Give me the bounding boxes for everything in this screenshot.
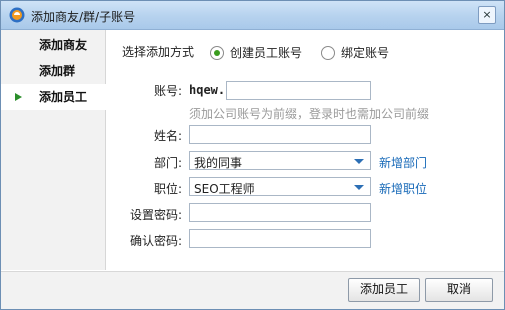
radio-checked-icon	[210, 45, 224, 60]
title-bar[interactable]: 添加商友/群/子账号 ×	[1, 1, 504, 30]
radio-unchecked-icon	[321, 45, 335, 60]
add-contact-dialog: 添加商友/群/子账号 × 添加商友 添加群 添加员工 选择添加方式 创建员工账号…	[0, 0, 505, 310]
add-department-link[interactable]: 新增部门	[379, 154, 427, 171]
confirm-password-input[interactable]	[189, 229, 371, 248]
confirm-password-label: 确认密码:	[129, 234, 182, 248]
add-employee-button[interactable]: 添加员工	[348, 278, 420, 302]
position-label: 职位:	[153, 182, 182, 196]
chevron-down-icon	[354, 185, 364, 190]
sidebar: 添加商友 添加群 添加员工	[1, 30, 106, 270]
account-prefix: hqew.	[189, 83, 226, 97]
window-title: 添加商友/群/子账号	[31, 10, 136, 24]
name-input[interactable]	[189, 125, 371, 144]
position-select[interactable]: SEO工程师	[189, 177, 371, 196]
radio-label: 绑定账号	[341, 46, 390, 60]
position-selected-value: SEO工程师	[194, 182, 255, 196]
department-label: 部门:	[153, 156, 182, 170]
sidebar-item-label: 添加群	[39, 64, 76, 78]
add-employee-form: 选择添加方式 创建员工账号 绑定账号 账号: hqew. 须加公司账号为前缀，登…	[106, 30, 504, 270]
sidebar-item-label: 添加商友	[39, 38, 88, 52]
sidebar-item-add-group[interactable]: 添加群	[1, 58, 105, 84]
cancel-button[interactable]: 取消	[425, 278, 493, 302]
app-logo-icon	[9, 7, 25, 23]
radio-bind-account[interactable]: 绑定账号	[321, 44, 389, 61]
selected-arrow-icon	[15, 93, 22, 101]
department-select[interactable]: 我的同事	[189, 151, 371, 170]
department-selected-value: 我的同事	[194, 156, 243, 170]
account-input[interactable]	[226, 81, 371, 100]
close-icon: ×	[482, 8, 492, 21]
close-button[interactable]: ×	[478, 6, 496, 24]
chevron-down-icon	[354, 159, 364, 164]
sidebar-item-add-employee[interactable]: 添加员工	[1, 84, 106, 110]
password-label: 设置密码:	[129, 208, 182, 222]
password-input[interactable]	[189, 203, 371, 222]
account-label: 账号:	[153, 84, 182, 98]
add-mode-label: 选择添加方式	[122, 45, 195, 59]
account-hint: 须加公司账号为前缀，登录时也需加公司前缀	[189, 107, 430, 121]
radio-label: 创建员工账号	[230, 46, 303, 60]
add-position-link[interactable]: 新增职位	[379, 180, 427, 197]
radio-create-employee-account[interactable]: 创建员工账号	[210, 44, 302, 61]
sidebar-item-label: 添加员工	[39, 90, 88, 104]
name-label: 姓名:	[153, 129, 182, 143]
sidebar-item-add-partner[interactable]: 添加商友	[1, 32, 105, 58]
dialog-footer: 添加员工 取消	[1, 271, 504, 309]
